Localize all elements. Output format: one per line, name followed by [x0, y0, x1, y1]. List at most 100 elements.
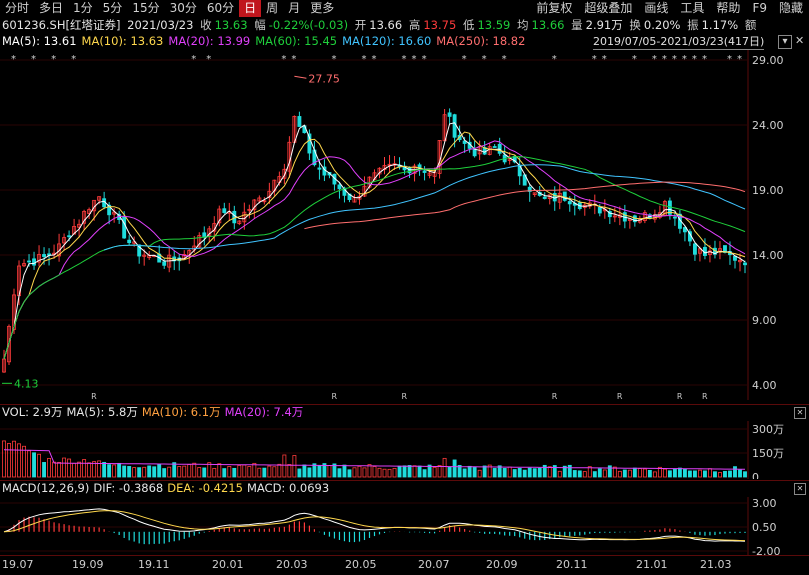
rights-marker-icon[interactable]: R [617, 392, 623, 400]
volume-bar [532, 468, 537, 478]
volume-bar [592, 471, 597, 478]
tab-4[interactable]: 15分 [127, 0, 164, 17]
tab-2[interactable]: 1分 [68, 0, 98, 17]
rights-marker-icon[interactable]: R [91, 392, 97, 400]
high-value: 13.75 [423, 18, 457, 32]
tab-1[interactable]: 多日 [34, 0, 68, 17]
rights-marker-icon[interactable]: R [677, 392, 683, 400]
toolbar-item-3[interactable]: 工具 [674, 0, 710, 17]
volume-bar [212, 468, 217, 478]
vol-tick-2: 0 [752, 471, 759, 479]
price-tick-3: 14.00 [752, 249, 784, 262]
volume-bar [7, 443, 11, 478]
event-star-icon[interactable]: * [632, 54, 637, 65]
candle [332, 173, 337, 191]
event-star-icon[interactable]: * [51, 54, 56, 65]
toolbar-item-0[interactable]: 前复权 [530, 0, 578, 17]
volume-bar [22, 445, 26, 478]
candle [572, 195, 577, 216]
event-star-icon[interactable]: * [191, 54, 196, 65]
volume-bar [572, 470, 577, 478]
toolbar-item-5[interactable]: F9 [746, 0, 773, 17]
volume-chart[interactable]: 300万 150万 0 [0, 421, 809, 479]
volume-bar [412, 465, 417, 478]
macd-tick-0: 3.00 [752, 497, 777, 510]
candle [532, 192, 537, 197]
price-tick-0: 29.00 [752, 54, 784, 67]
date-range[interactable]: 2019/07/05-2021/03/23(417日) [593, 34, 765, 50]
ma-line-0 [3, 122, 746, 360]
close-icon[interactable]: ✕ [795, 35, 807, 47]
tab-0[interactable]: 分时 [0, 0, 34, 17]
price-chart[interactable]: 29.00 24.00 19.00 14.00 9.00 4.00 27.75 4.13 * * *… [0, 50, 809, 400]
event-star-icon[interactable]: * [462, 54, 467, 65]
event-star-icon[interactable]: * [652, 54, 657, 65]
rights-marker-icon[interactable]: R [552, 392, 558, 400]
tab-5[interactable]: 30分 [165, 0, 202, 17]
event-star-icon[interactable]: * [206, 54, 211, 65]
tab-6[interactable]: 60分 [202, 0, 239, 17]
macd-chart[interactable]: 3.00 0.50 -2.00 [0, 497, 809, 555]
event-star-icon[interactable]: * [682, 54, 687, 65]
toolbar-item-2[interactable]: 画线 [638, 0, 674, 17]
event-star-icon[interactable]: * [372, 54, 377, 65]
event-star-icon[interactable]: * [331, 54, 336, 65]
volume-bar [512, 469, 517, 478]
event-star-icon[interactable]: * [281, 54, 286, 65]
volume-bar [713, 471, 717, 478]
ma-legend-item-3: MA(60): 15.45 [255, 34, 338, 48]
volume-bar [112, 464, 117, 478]
volume-bar [107, 464, 112, 478]
event-star-icon[interactable]: * [552, 54, 557, 65]
event-star-icon[interactable]: * [737, 54, 742, 65]
volume-bar [708, 468, 712, 478]
event-star-icon[interactable]: * [361, 54, 366, 65]
collapse-icon[interactable]: ✕ [794, 407, 806, 419]
event-star-icon[interactable]: * [727, 54, 732, 65]
event-star-icon[interactable]: * [482, 54, 487, 65]
tab-3[interactable]: 5分 [98, 0, 128, 17]
toolbar-item-1[interactable]: 超级叠加 [578, 0, 638, 17]
event-star-icon[interactable]: * [672, 54, 677, 65]
event-star-icon[interactable]: * [291, 54, 296, 65]
event-star-icon[interactable]: * [602, 54, 607, 65]
tab-9[interactable]: 月 [283, 0, 305, 17]
collapse-icon[interactable]: ✕ [794, 483, 806, 495]
volume-bar [202, 467, 207, 478]
event-star-icon[interactable]: * [11, 54, 16, 65]
volume-bar [297, 468, 302, 478]
volume-legend: VOL: 2.9万 MA(5): 5.8万 MA(10): 6.1万 MA(20): … [0, 405, 809, 420]
event-star-icon[interactable]: * [592, 54, 597, 65]
event-star-icon[interactable]: * [662, 54, 667, 65]
event-star-icon[interactable]: * [412, 54, 417, 65]
volume-bar [407, 465, 412, 478]
event-star-icon[interactable]: * [422, 54, 427, 65]
candle [743, 260, 747, 274]
toolbar-item-4[interactable]: 帮助 [710, 0, 746, 17]
event-star-icon[interactable]: * [702, 54, 707, 65]
rights-marker-icon[interactable]: R [702, 392, 708, 400]
event-star-icon[interactable]: * [502, 54, 507, 65]
tab-7[interactable]: 日 [239, 0, 262, 17]
volume-bar [447, 466, 452, 478]
rights-marker-icon[interactable]: R [402, 392, 408, 400]
range-dropdown-icon[interactable]: ▾ [778, 35, 792, 49]
candle [272, 179, 277, 196]
volume-bar [467, 465, 472, 478]
volume-bar [147, 465, 152, 478]
volume-bar [632, 467, 637, 478]
volume-bar [522, 469, 527, 478]
candle [352, 194, 357, 203]
volume-bar [477, 469, 482, 478]
event-star-icon[interactable]: * [31, 54, 36, 65]
rights-marker-icon[interactable]: R [331, 392, 337, 400]
tab-10[interactable]: 更多 [305, 0, 339, 17]
event-star-icon[interactable]: * [71, 54, 76, 65]
event-star-icon[interactable]: * [692, 54, 697, 65]
volume-bar [62, 457, 67, 478]
volume-bar [192, 462, 197, 478]
tab-8[interactable]: 周 [261, 0, 283, 17]
event-star-icon[interactable]: * [402, 54, 407, 65]
toolbar-item-6[interactable]: 隐藏 [773, 0, 809, 17]
volume-bar [367, 464, 372, 478]
